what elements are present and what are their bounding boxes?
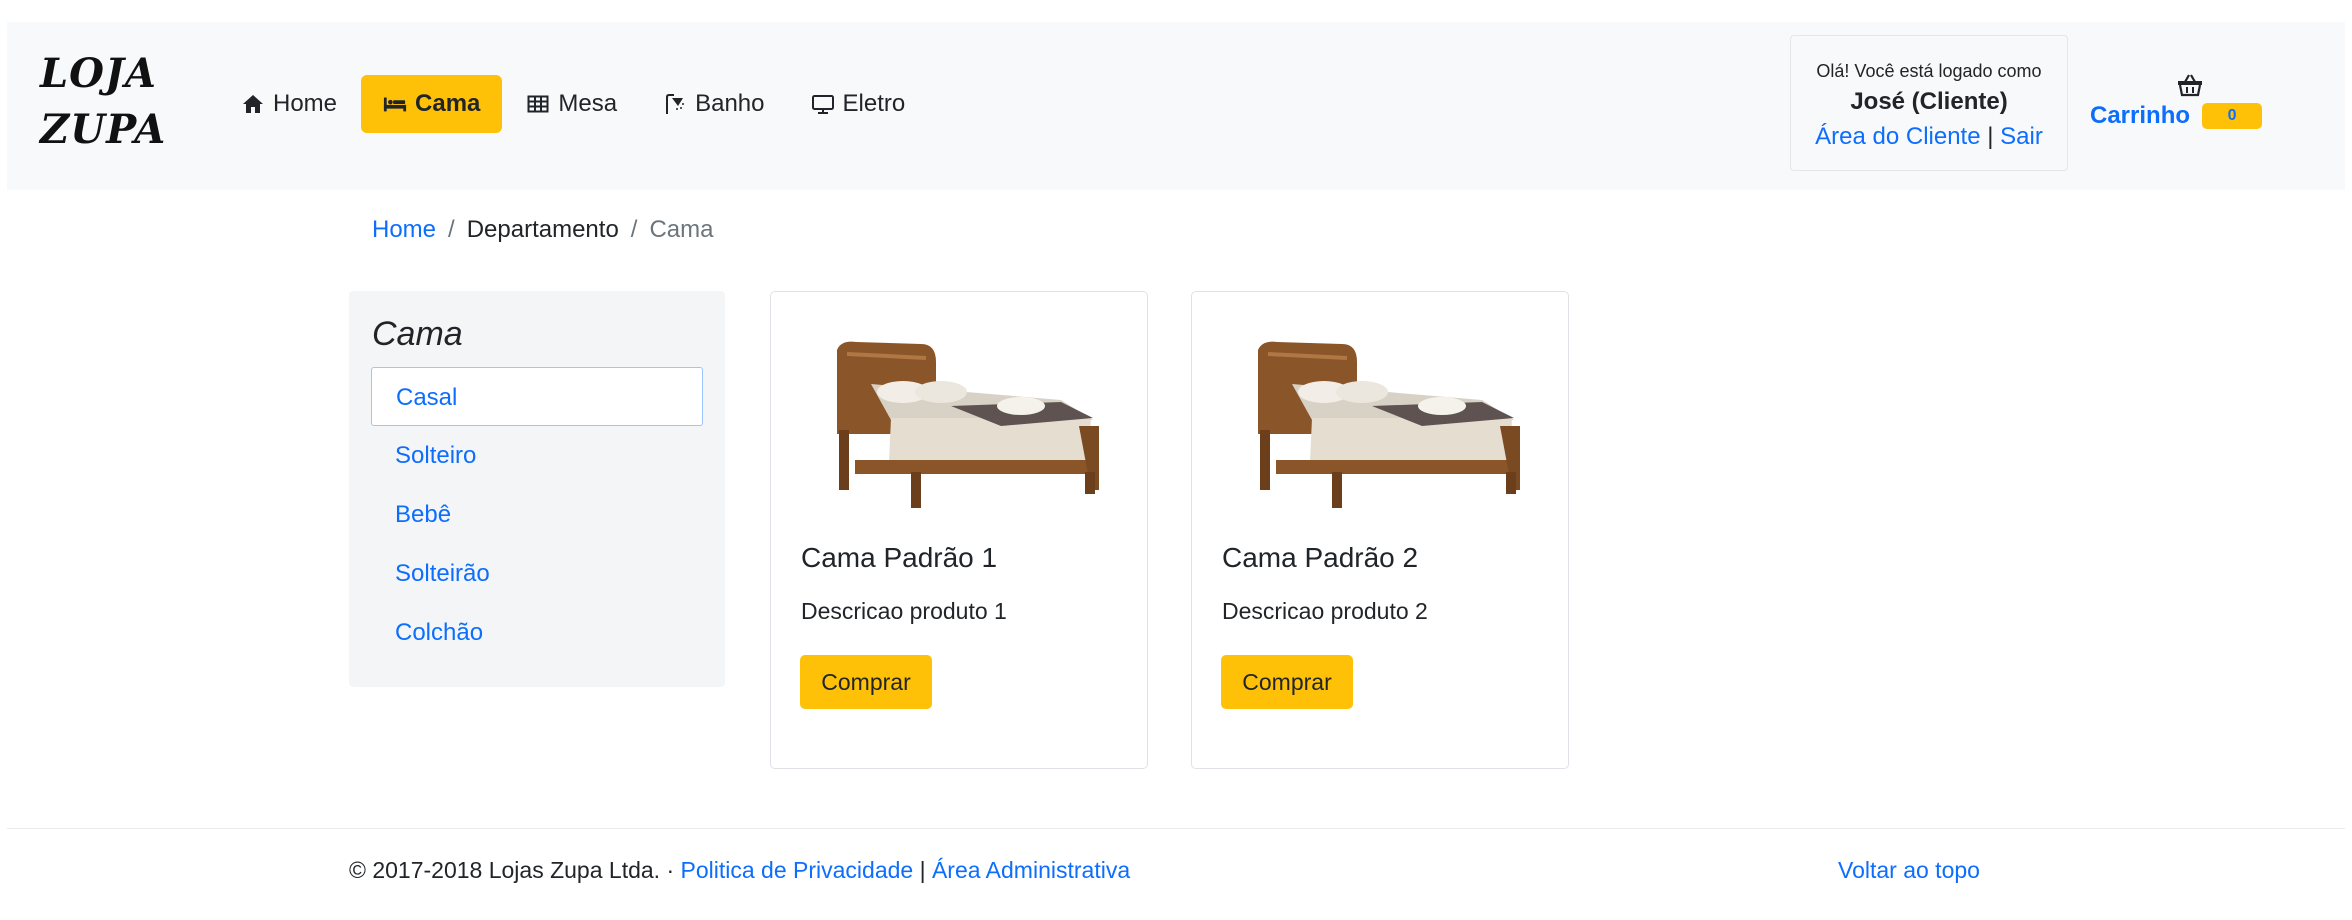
breadcrumb-divider: / xyxy=(630,216,638,243)
user-name: José (Cliente) xyxy=(1850,88,2008,115)
brand-line-2: ZUPA xyxy=(40,106,167,153)
buy-button[interactable]: Comprar xyxy=(800,655,932,709)
nav-item-label: Home xyxy=(273,90,338,117)
product-title[interactable]: Cama Padrão 1 xyxy=(801,542,997,574)
breadcrumb: Home / Departamento / Cama xyxy=(372,216,714,244)
bed-product-image[interactable] xyxy=(811,322,1111,522)
breadcrumb-current: Cama xyxy=(649,216,714,243)
user-panel: Olá! Você está logado como José (Cliente… xyxy=(1790,35,2068,171)
footer-separator: | xyxy=(913,857,932,883)
user-links-separator: | xyxy=(1987,123,1994,150)
basket-icon xyxy=(2176,72,2204,98)
admin-area-link[interactable]: Área Administrativa xyxy=(932,857,1130,883)
client-area-link[interactable]: Área do Cliente xyxy=(1815,123,1980,150)
category-item-bebe[interactable]: Bebê xyxy=(371,485,703,544)
nav-item-label: Mesa xyxy=(558,90,618,117)
category-item-colchao[interactable]: Colchão xyxy=(371,603,703,662)
nav-item-mesa[interactable]: Mesa xyxy=(504,75,639,133)
logout-link[interactable]: Sair xyxy=(2000,123,2043,150)
brand-line-1: LOJA xyxy=(40,50,157,97)
nav-item-label: Cama xyxy=(415,90,481,117)
nav-item-label: Banho xyxy=(695,90,765,117)
sidebar-title: Cama xyxy=(372,315,463,353)
cart-label: Carrinho xyxy=(2090,102,2191,129)
user-greeting: Olá! Você está logado como xyxy=(1816,61,2042,81)
product-card: Cama Padrão 2 Descricao produto 2 Compra… xyxy=(1191,291,1569,769)
product-description: Descricao produto 1 xyxy=(801,598,1007,624)
table-icon xyxy=(526,92,550,116)
breadcrumb-home[interactable]: Home xyxy=(372,216,436,244)
bed-product-image[interactable] xyxy=(1232,322,1532,522)
product-title[interactable]: Cama Padrão 2 xyxy=(1222,542,1418,574)
breadcrumb-department: Departamento xyxy=(466,216,619,243)
category-item-solteiro[interactable]: Solteiro xyxy=(371,426,703,485)
footer-left: © 2017-2018 Lojas Zupa Ltda. · Politica … xyxy=(349,857,1130,884)
nav-item-home[interactable]: Home xyxy=(219,75,359,133)
category-item-solteirao[interactable]: Solteirão xyxy=(371,544,703,603)
brand-logo[interactable]: LOJA ZUPA xyxy=(40,46,180,158)
cart-row: Carrinho 0 xyxy=(2090,102,2280,130)
nav-item-cama[interactable]: Cama xyxy=(361,75,503,133)
home-icon xyxy=(241,92,265,116)
user-links: Área do Cliente | Sair xyxy=(1791,120,2067,154)
nav-item-banho[interactable]: Banho xyxy=(641,75,786,133)
buy-button[interactable]: Comprar xyxy=(1221,655,1353,709)
product-card: Cama Padrão 1 Descricao produto 1 Compra… xyxy=(770,291,1148,769)
nav-item-eletro[interactable]: Eletro xyxy=(789,75,928,133)
category-item-casal[interactable]: Casal xyxy=(371,367,703,426)
main-nav: Home Cama Mesa Banho Eletro xyxy=(219,75,929,133)
product-description: Descricao produto 2 xyxy=(1222,598,1428,624)
navbar: LOJA ZUPA Home Cama Mesa Banho Eletro Ol… xyxy=(7,22,2345,190)
cart-button[interactable]: Carrinho 0 xyxy=(2090,72,2280,130)
copyright-text: © 2017-2018 Lojas Zupa Ltda. · xyxy=(349,857,681,883)
category-sidebar: Cama Casal Solteiro Bebê Solteirão Colch… xyxy=(349,291,725,687)
monitor-icon xyxy=(811,92,835,116)
shower-icon xyxy=(663,92,687,116)
breadcrumb-divider: / xyxy=(448,216,455,243)
privacy-policy-link[interactable]: Politica de Privacidade xyxy=(681,857,914,883)
nav-item-label: Eletro xyxy=(842,90,906,117)
cart-count-badge: 0 xyxy=(2202,103,2263,129)
category-list: Casal Solteiro Bebê Solteirão Colchão xyxy=(371,367,703,662)
footer-divider xyxy=(7,828,2345,829)
bed-icon xyxy=(383,92,407,116)
back-to-top-link[interactable]: Voltar ao topo xyxy=(1838,857,1980,884)
